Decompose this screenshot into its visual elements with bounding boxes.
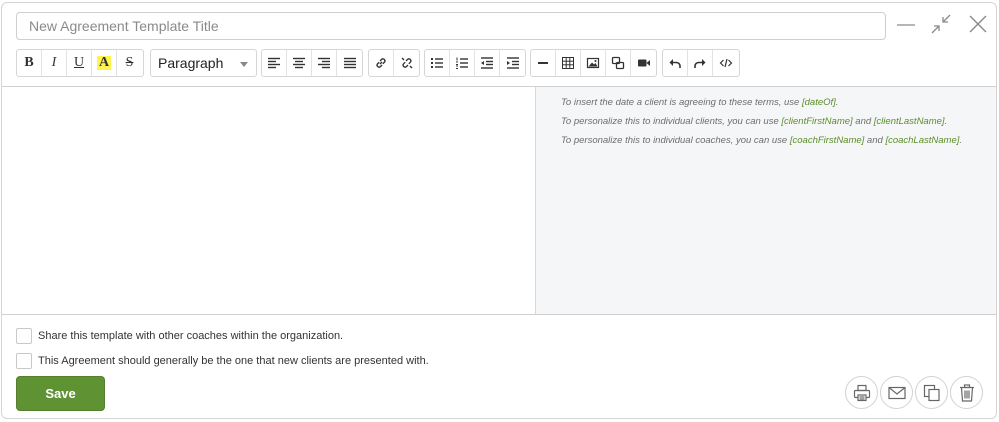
- insert-image-button[interactable]: [581, 50, 606, 76]
- horizontal-rule-button[interactable]: [531, 50, 556, 76]
- horizontal-rule-icon: [538, 62, 548, 64]
- hint-text: .: [944, 116, 948, 127]
- outdent-icon: [481, 57, 493, 69]
- hint-date: To insert the date a client is agreeing …: [561, 96, 996, 115]
- highlight-icon: A: [96, 55, 112, 70]
- merge-tag: [dateOf]: [801, 97, 836, 108]
- minimize-icon: [897, 24, 915, 26]
- default-agreement-checkbox[interactable]: [16, 353, 32, 369]
- hint-text: To personalize this to individual coache…: [561, 135, 790, 146]
- undo-button[interactable]: [663, 50, 688, 76]
- align-justify-button[interactable]: [337, 50, 362, 76]
- indent-button[interactable]: [500, 50, 525, 76]
- agreement-editor-body[interactable]: [2, 87, 535, 314]
- bold-button[interactable]: B: [17, 50, 42, 76]
- underline-icon: U: [73, 55, 85, 70]
- align-justify-icon: [343, 57, 356, 69]
- copy-icon: [923, 384, 940, 401]
- list-group: [424, 49, 526, 77]
- insert-link-button[interactable]: [369, 50, 394, 76]
- hint-text: and: [852, 116, 874, 127]
- align-left-button[interactable]: [262, 50, 287, 76]
- insert-video-button[interactable]: [631, 50, 656, 76]
- hint-coach: To personalize this to individual coache…: [561, 134, 996, 153]
- hint-client: To personalize this to individual client…: [561, 115, 996, 134]
- insert-embed-button[interactable]: [606, 50, 631, 76]
- merge-tag: [coachLastName]: [885, 135, 960, 146]
- compress-icon: [931, 14, 951, 34]
- link-group: [368, 49, 420, 77]
- insert-group: [530, 49, 657, 77]
- print-button[interactable]: [845, 376, 878, 409]
- align-center-button[interactable]: [287, 50, 312, 76]
- hint-text: To insert the date a client is agreeing …: [561, 97, 802, 108]
- close-icon: [969, 15, 987, 33]
- hint-text: and: [864, 135, 886, 146]
- italic-icon: I: [51, 55, 57, 70]
- remove-link-button[interactable]: [394, 50, 419, 76]
- redo-icon: [694, 59, 706, 68]
- share-template-option: Share this template with other coaches w…: [16, 328, 343, 344]
- merge-tag: [clientLastName]: [873, 116, 945, 127]
- outdent-button[interactable]: [475, 50, 500, 76]
- paragraph-format-value: Paragraph: [158, 55, 224, 71]
- bulleted-list-button[interactable]: [425, 50, 450, 76]
- chevron-down-icon: [240, 62, 248, 67]
- duplicate-button[interactable]: [915, 376, 948, 409]
- align-left-icon: [268, 57, 280, 69]
- share-template-label[interactable]: Share this template with other coaches w…: [38, 330, 343, 342]
- bold-icon: B: [24, 55, 34, 70]
- envelope-icon: [887, 386, 906, 399]
- numbered-list-button[interactable]: [450, 50, 475, 76]
- agreement-template-dialog: B I U A S Paragraph: [1, 2, 997, 419]
- hint-text: To personalize this to individual client…: [561, 116, 782, 127]
- italic-button[interactable]: I: [42, 50, 67, 76]
- image-icon: [586, 57, 600, 69]
- underline-button[interactable]: U: [67, 50, 92, 76]
- unlink-icon: [401, 57, 412, 69]
- merge-tag: [coachFirstName]: [789, 135, 865, 146]
- printer-icon: [853, 384, 870, 401]
- undo-icon: [669, 59, 681, 68]
- align-right-button[interactable]: [312, 50, 337, 76]
- save-button[interactable]: Save: [16, 376, 105, 411]
- template-title-input[interactable]: [16, 12, 886, 40]
- share-template-checkbox[interactable]: [16, 328, 32, 344]
- numbered-list-icon: [456, 57, 468, 69]
- delete-button[interactable]: [950, 376, 983, 409]
- paragraph-format-select[interactable]: Paragraph: [150, 49, 257, 77]
- table-icon: [562, 57, 574, 69]
- code-icon: [719, 58, 732, 68]
- highlight-button[interactable]: A: [92, 50, 117, 76]
- text-format-group: B I U A S: [16, 49, 144, 77]
- footer-divider: [2, 314, 996, 315]
- indent-icon: [506, 57, 519, 69]
- trash-icon: [959, 383, 974, 402]
- merge-tag: [clientFirstName]: [781, 116, 853, 127]
- hint-text: .: [835, 97, 839, 108]
- compress-button[interactable]: [928, 11, 954, 37]
- source-code-button[interactable]: [713, 50, 738, 76]
- email-button[interactable]: [880, 376, 913, 409]
- align-center-icon: [293, 57, 305, 69]
- default-agreement-option: This Agreement should generally be the o…: [16, 353, 429, 369]
- bulleted-list-icon: [431, 58, 443, 68]
- close-button[interactable]: [965, 11, 991, 37]
- strikethrough-icon: S: [125, 55, 134, 70]
- history-group: [662, 49, 740, 77]
- embed-link-icon: [611, 56, 625, 70]
- insert-table-button[interactable]: [556, 50, 581, 76]
- link-icon: [376, 58, 386, 68]
- placeholder-hints-panel: To insert the date a client is agreeing …: [535, 87, 996, 314]
- default-agreement-label[interactable]: This Agreement should generally be the o…: [38, 355, 429, 367]
- strikethrough-button[interactable]: S: [117, 50, 142, 76]
- minimize-button[interactable]: [893, 11, 919, 37]
- redo-button[interactable]: [688, 50, 713, 76]
- hint-text: .: [959, 135, 963, 146]
- align-right-icon: [318, 57, 330, 69]
- video-camera-icon: [637, 59, 650, 67]
- alignment-group: [261, 49, 363, 77]
